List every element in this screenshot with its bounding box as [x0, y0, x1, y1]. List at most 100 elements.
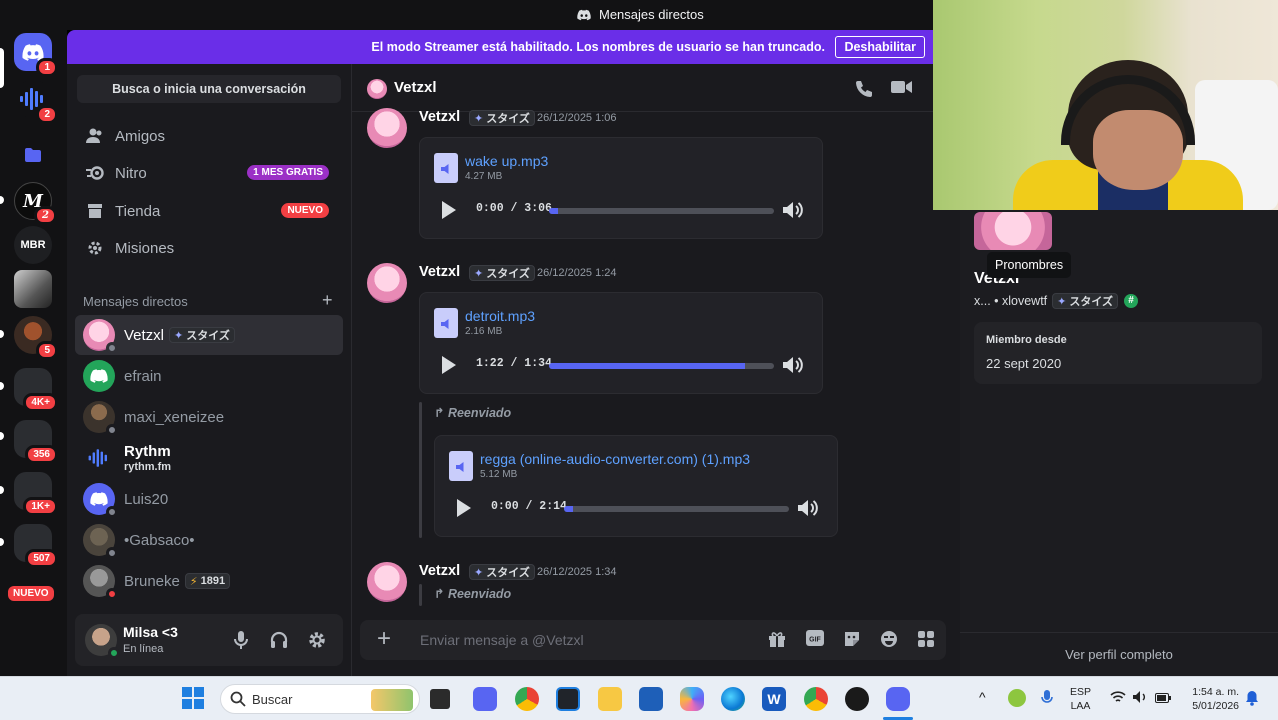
nav-nitro-label: Nitro: [115, 164, 147, 182]
microphone-icon[interactable]: [232, 630, 252, 650]
user-avatar[interactable]: [85, 624, 120, 659]
discord-taskbar-icon[interactable]: [886, 687, 910, 711]
avatar: [83, 360, 115, 392]
forwarded-text: Reenviado: [447, 587, 512, 601]
sparkle-icon: ✦: [174, 329, 184, 342]
apps-icon[interactable]: [917, 630, 937, 650]
taskbar-search[interactable]: Buscar: [220, 684, 420, 714]
play-icon[interactable]: [457, 499, 471, 517]
composer-placeholder[interactable]: Enviar mensaje a @Vetzxl: [420, 632, 584, 648]
attachment-filename[interactable]: wake up.mp3: [465, 153, 548, 169]
dm-name: Luis20: [124, 490, 169, 508]
emoji-icon[interactable]: [880, 630, 900, 650]
notification-bell-icon[interactable]: [1245, 690, 1259, 711]
dm-item-gabsaco[interactable]: •Gabsaco•: [75, 520, 343, 560]
store-icon[interactable]: [639, 687, 663, 711]
attach-plus-icon[interactable]: +: [377, 627, 391, 651]
recipient-avatar: [367, 79, 387, 99]
battery-icon[interactable]: [1155, 691, 1171, 709]
message-avatar[interactable]: [367, 263, 407, 303]
dm-item-efrain[interactable]: efrain: [75, 356, 343, 396]
clock[interactable]: 1:54 a. m. 5/01/2026: [1184, 685, 1239, 713]
audio-progress-bar[interactable]: [549, 363, 774, 369]
windows-start-icon[interactable]: [182, 687, 206, 711]
server-badge: 5: [36, 341, 58, 360]
nav-quests[interactable]: Misiones: [75, 230, 343, 266]
steam-icon[interactable]: [845, 687, 869, 711]
server-badge: 4K+: [23, 393, 58, 412]
message-avatar[interactable]: [367, 562, 407, 602]
status-idle-indicator: [106, 342, 118, 354]
dm-search-button[interactable]: Busca o inicia una conversación: [77, 75, 341, 103]
dm-item-luis20[interactable]: Luis20: [75, 479, 343, 519]
message-composer[interactable]: + Enviar mensaje a @Vetzxl GIF: [360, 620, 946, 660]
nav-shop[interactable]: Tienda NUEVO: [75, 193, 343, 229]
profile-avatar[interactable]: [974, 212, 1052, 250]
chrome-icon[interactable]: [515, 687, 539, 711]
volume-icon[interactable]: [797, 498, 819, 518]
chrome-profile-icon[interactable]: [804, 687, 828, 711]
gif-icon[interactable]: GIF: [806, 630, 826, 650]
recipient-name[interactable]: Vetzxl: [394, 79, 437, 96]
message-author[interactable]: Vetzxl: [419, 264, 460, 280]
play-icon[interactable]: [442, 356, 456, 374]
volume-icon[interactable]: [782, 200, 804, 220]
nav-friends[interactable]: Amigos: [75, 118, 343, 154]
message-author[interactable]: Vetzxl: [419, 563, 460, 579]
server-photo-2[interactable]: 5: [14, 316, 58, 360]
volume-icon[interactable]: [782, 355, 804, 375]
teams-icon[interactable]: [473, 687, 497, 711]
gear-icon[interactable]: [307, 630, 327, 650]
copilot-icon[interactable]: [680, 687, 704, 711]
word-icon[interactable]: W: [762, 687, 786, 711]
voice-call-icon[interactable]: [854, 79, 874, 99]
wifi-icon[interactable]: [1110, 690, 1126, 709]
server-folder[interactable]: [14, 136, 52, 174]
play-icon[interactable]: [442, 201, 456, 219]
folder-icon: [25, 148, 41, 162]
attachment-filename[interactable]: regga (online-audio-converter.com) (1).m…: [480, 451, 750, 467]
chevron-up-icon[interactable]: ^: [979, 689, 986, 705]
server-mbr[interactable]: MBR: [14, 226, 52, 264]
sticker-icon[interactable]: [843, 630, 863, 650]
dm-item-bruneke[interactable]: Bruneke ⚡ 1891: [75, 561, 343, 601]
profile-username: x... • xlovewtf: [974, 294, 1048, 308]
obs-icon[interactable]: [556, 687, 580, 711]
edge-icon[interactable]: [721, 687, 745, 711]
audio-progress-bar[interactable]: [549, 208, 774, 214]
dm-item-maxi[interactable]: maxi_xeneizee: [75, 397, 343, 437]
server-folder-5[interactable]: 507: [14, 524, 58, 568]
server-photo-1[interactable]: [14, 270, 52, 308]
view-full-profile-button[interactable]: Ver perfil completo: [960, 632, 1278, 676]
audio-time: 0:00 / 3:06: [476, 202, 552, 215]
message-author[interactable]: Vetzxl: [419, 109, 460, 125]
dm-item-vetzxl[interactable]: Vetzxl ✦ スタイズ: [75, 315, 343, 355]
gift-icon[interactable]: [768, 630, 788, 650]
video-call-icon[interactable]: [891, 79, 912, 99]
guild-tag-text: スタイズ: [486, 113, 530, 125]
nav-friends-label: Amigos: [115, 127, 166, 145]
audio-progress-bar[interactable]: [564, 506, 789, 512]
tray-app-icon[interactable]: [1008, 689, 1026, 707]
new-dm-plus-icon[interactable]: +: [322, 290, 333, 311]
server-rythm[interactable]: 2: [14, 80, 58, 124]
attachment-filename[interactable]: detroit.mp3: [465, 308, 535, 324]
server-folder-4[interactable]: 1K+: [14, 472, 58, 516]
server-folder-3[interactable]: 356: [14, 420, 58, 464]
microphone-tray-icon[interactable]: [1040, 689, 1054, 712]
audio-file-icon: [434, 153, 458, 183]
task-view-icon[interactable]: [430, 689, 450, 709]
server-folder-2[interactable]: 4K+: [14, 368, 58, 412]
headphones-icon[interactable]: [269, 630, 289, 650]
nav-nitro[interactable]: Nitro 1 MES GRATIS: [75, 155, 343, 191]
speaker-icon[interactable]: [1132, 690, 1148, 709]
dm-item-rythm[interactable]: Rythm rythm.fm: [75, 438, 343, 478]
file-explorer-icon[interactable]: [598, 687, 622, 711]
server-badge: 507: [25, 549, 58, 568]
disable-streamer-button[interactable]: Deshabilitar: [835, 36, 925, 58]
server-discord-home[interactable]: 1: [14, 33, 58, 77]
user-panel: Milsa <3 En línea: [75, 614, 343, 666]
language-indicator[interactable]: ESP LAA: [1070, 685, 1091, 713]
message-avatar[interactable]: [367, 108, 407, 148]
server-m[interactable]: M 2: [14, 182, 57, 225]
